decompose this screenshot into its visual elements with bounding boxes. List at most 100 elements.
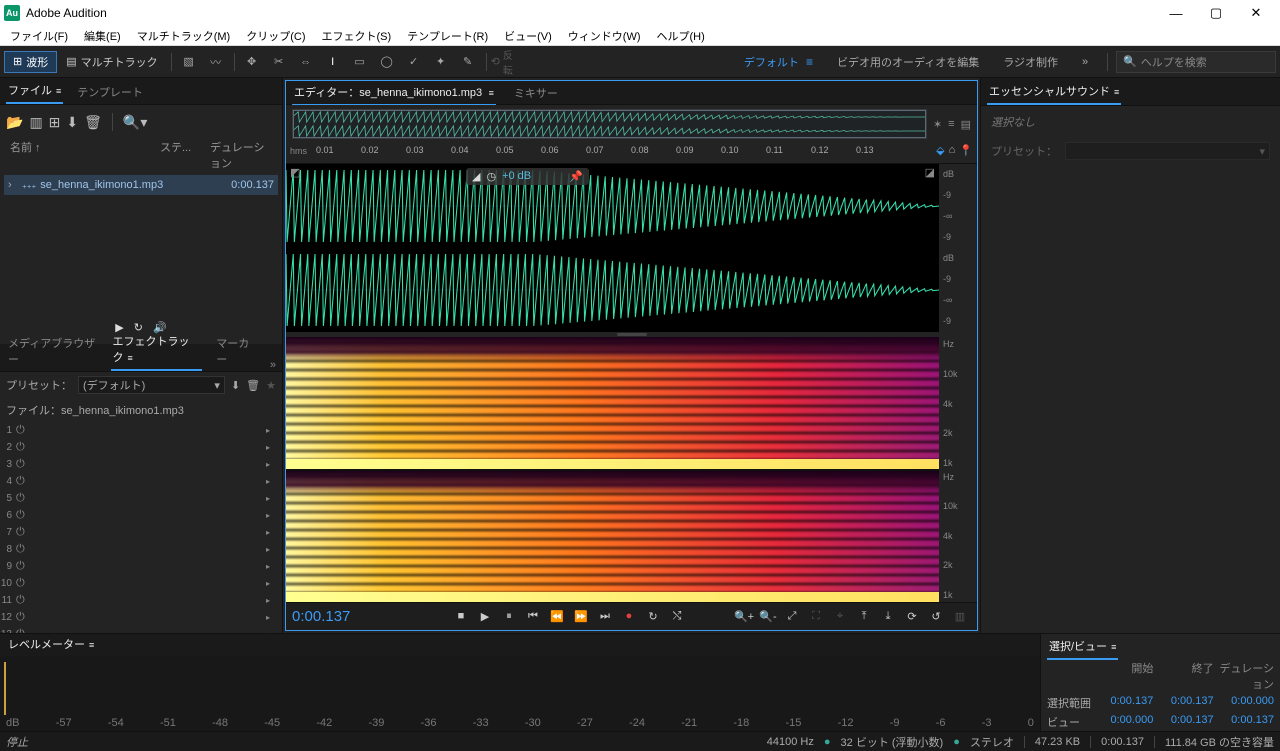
power-icon[interactable]: ⏻: [16, 492, 32, 505]
close-button[interactable]: ✕: [1236, 0, 1276, 26]
power-icon[interactable]: ⏻: [16, 526, 32, 539]
chevron-right-icon[interactable]: ▸: [266, 460, 282, 469]
chevron-right-icon[interactable]: ▸: [266, 528, 282, 537]
mode-multitrack-button[interactable]: ▤ マルチトラック: [57, 51, 166, 73]
view-start[interactable]: 0:00.000: [1093, 714, 1153, 730]
effects-slot[interactable]: 9⏻▸: [0, 558, 282, 575]
fade-in-handle[interactable]: ◩: [290, 166, 300, 179]
brush-tool[interactable]: ✓: [401, 50, 427, 74]
delete-icon[interactable]: 🗑: [84, 114, 102, 131]
tab-files[interactable]: ファイル≡: [6, 78, 63, 104]
go-to-start-button[interactable]: ⏮: [522, 606, 544, 626]
time-select-tool[interactable]: I: [320, 50, 346, 74]
tab-templates[interactable]: テンプレート: [75, 80, 145, 104]
stacked-view-icon[interactable]: ▤: [961, 118, 971, 131]
move-tool[interactable]: ✥: [239, 50, 265, 74]
rewind-button[interactable]: ⏪: [546, 606, 568, 626]
timecode-display[interactable]: 0:00.137: [292, 608, 422, 625]
pitch-display-toggle[interactable]: 〰: [203, 50, 229, 74]
chevron-right-icon[interactable]: ▸: [266, 511, 282, 520]
favorite-preset-icon[interactable]: ★: [266, 379, 276, 392]
lasso-tool[interactable]: ◯: [374, 50, 400, 74]
effects-slot[interactable]: 3⏻▸: [0, 456, 282, 473]
playhead-pin-icon[interactable]: ⬙: [936, 144, 944, 157]
stop-button[interactable]: ■: [450, 606, 472, 626]
zoom-in-button[interactable]: 🔍+: [733, 606, 755, 626]
view-end[interactable]: 0:00.137: [1153, 714, 1213, 730]
waveform-display[interactable]: ◢ ◷ +0 dB 📌 ◩ ◪ dB -9 -∞: [286, 164, 977, 332]
zoom-in-point-button[interactable]: ⌖: [829, 606, 851, 626]
timeline-ruler[interactable]: hms 0.010.020.030.040.050.060.070.080.09…: [286, 143, 977, 164]
skip-selection-button[interactable]: ⤭: [666, 606, 688, 626]
fast-forward-button[interactable]: ⏩: [570, 606, 592, 626]
effects-slot[interactable]: 12⏻▸: [0, 609, 282, 626]
chevron-right-icon[interactable]: ▸: [266, 579, 282, 588]
slip-tool[interactable]: ⇔: [293, 50, 319, 74]
power-icon[interactable]: ⏻: [16, 441, 32, 454]
zoom-in-amp-button[interactable]: ⤒: [853, 606, 875, 626]
zoom-out-button[interactable]: 🔍-: [757, 606, 779, 626]
power-icon[interactable]: ⏻: [16, 475, 32, 488]
effects-slot[interactable]: 2⏻▸: [0, 439, 282, 456]
expand-icon[interactable]: ›: [8, 179, 18, 191]
search-files-icon[interactable]: 🔍▾: [123, 114, 147, 131]
effects-slot[interactable]: 10⏻▸: [0, 575, 282, 592]
paint-tool[interactable]: ✎: [455, 50, 481, 74]
level-meter-display[interactable]: dB-57-54-51-48-45-42-39-36-33-30-27-24-2…: [0, 656, 1040, 731]
zoom-selection-button[interactable]: ⛶: [805, 606, 827, 626]
import-icon[interactable]: ⬇: [66, 114, 78, 131]
channels-view-icon[interactable]: ≡: [948, 118, 954, 130]
effects-slot[interactable]: 4⏻▸: [0, 473, 282, 490]
chevron-right-icon[interactable]: ▸: [266, 613, 282, 622]
new-audio-icon[interactable]: ⊞: [49, 114, 61, 131]
go-to-end-button[interactable]: ⏭: [594, 606, 616, 626]
selection-start[interactable]: 0:00.137: [1093, 695, 1153, 711]
chevron-right-icon[interactable]: ▸: [266, 596, 282, 605]
chevron-right-icon[interactable]: ▸: [266, 426, 282, 435]
menu-edit[interactable]: 編集(E): [76, 27, 129, 45]
menu-file[interactable]: ファイル(F): [2, 27, 76, 45]
marquee-tool[interactable]: ▭: [347, 50, 373, 74]
tab-effects-rack[interactable]: エフェクトラック≡: [111, 329, 203, 371]
menu-view[interactable]: ビュー(V): [496, 27, 560, 45]
pin-icon[interactable]: 📍: [959, 144, 973, 157]
chevron-right-icon[interactable]: ▸: [266, 494, 282, 503]
view-duration[interactable]: 0:00.137: [1214, 714, 1274, 730]
razor-tool[interactable]: ✂: [266, 50, 292, 74]
maximize-button[interactable]: ▢: [1196, 0, 1236, 26]
effects-slot[interactable]: 1⏻▸: [0, 422, 282, 439]
spectrogram-right-channel[interactable]: [286, 471, 939, 602]
overview-waveform[interactable]: [292, 109, 927, 139]
spot-heal-tool[interactable]: ✦: [428, 50, 454, 74]
effects-slot[interactable]: 6⏻▸: [0, 507, 282, 524]
chevron-right-icon[interactable]: ▸: [266, 443, 282, 452]
tab-essential-sound[interactable]: エッセンシャルサウンド≡: [987, 79, 1121, 105]
tab-selection-view[interactable]: 選択/ビュー≡: [1047, 634, 1118, 660]
anchor-icon[interactable]: ⌂: [949, 144, 956, 157]
chevron-right-icon[interactable]: ▸: [266, 477, 282, 486]
power-icon[interactable]: ⏻: [16, 509, 32, 522]
zoom-reset-amp-button[interactable]: ⟳: [901, 606, 923, 626]
col-duration[interactable]: デュレーション: [210, 139, 272, 171]
open-file-icon[interactable]: 📂: [6, 114, 23, 131]
hud-gain-knob-icon[interactable]: ◷: [486, 170, 496, 183]
power-icon[interactable]: ⏻: [16, 611, 32, 624]
spectrogram-display[interactable]: Hz 10k 4k 2k 1k Hz 10k 4k 2k 1k: [286, 337, 977, 601]
workspace-more[interactable]: »: [1072, 50, 1098, 74]
menu-help[interactable]: ヘルプ(H): [649, 27, 713, 45]
effects-slot[interactable]: 8⏻▸: [0, 541, 282, 558]
menu-multitrack[interactable]: マルチトラック(M): [129, 27, 239, 45]
workspace-default[interactable]: デフォルト ≡: [734, 50, 823, 74]
power-icon[interactable]: ⏻: [16, 594, 32, 607]
pause-button[interactable]: ⏸: [498, 606, 520, 626]
tab-markers[interactable]: マーカー: [214, 331, 258, 371]
save-preset-icon[interactable]: ⬇: [231, 379, 240, 392]
chevron-right-icon[interactable]: ▸: [266, 562, 282, 571]
power-icon[interactable]: ⏻: [16, 577, 32, 590]
power-icon[interactable]: ⏻: [16, 543, 32, 556]
workspace-video-audio[interactable]: ビデオ用のオーディオを編集: [827, 50, 989, 74]
tab-media-browser[interactable]: メディアブラウザー: [6, 331, 99, 371]
mode-waveform-button[interactable]: ⊞ 波形: [4, 51, 57, 73]
col-status[interactable]: ステ...: [160, 139, 210, 171]
loop-button[interactable]: ↻: [642, 606, 664, 626]
